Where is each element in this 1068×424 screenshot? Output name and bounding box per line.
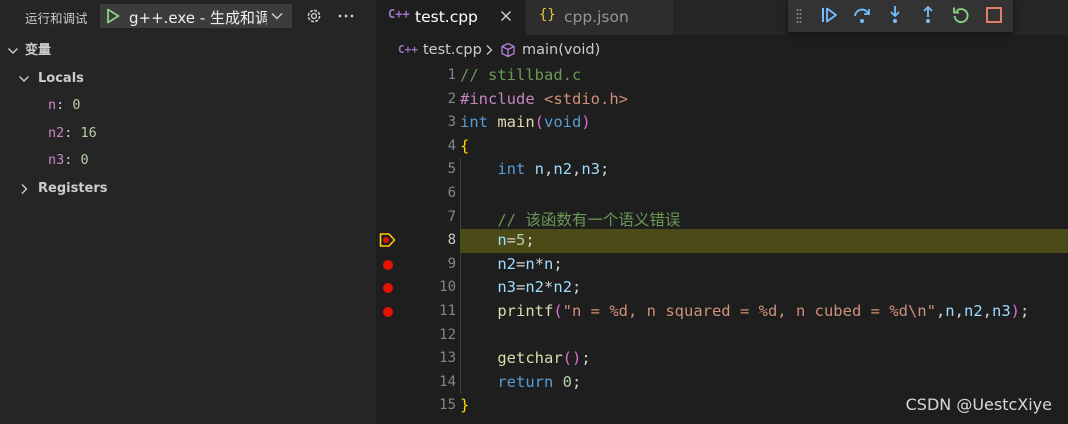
tab-cpp-json[interactable]: {} cpp.json — [526, 0, 673, 35]
code-line[interactable]: 5 int n,n2,n3; — [376, 158, 1068, 182]
code-line[interactable]: 4{ — [376, 135, 1068, 159]
code-text: #include <stdio.h> — [460, 89, 628, 108]
json-file-icon: {} — [539, 7, 556, 23]
code-line[interactable]: 10 n3=n2*n2; — [376, 276, 1068, 300]
code-text: n3=n2*n2; — [497, 278, 582, 297]
locals-scope[interactable]: Locals — [0, 65, 376, 93]
code-text: { — [460, 136, 470, 155]
line-number: 3 — [447, 114, 456, 131]
line-number: 8 — [447, 232, 456, 249]
current-line-highlight — [460, 229, 1068, 253]
variable-name: n3 — [48, 152, 65, 168]
indent-guide — [460, 182, 461, 206]
variable-item[interactable]: n: 0 — [48, 92, 81, 119]
chevron-right-icon[interactable] — [18, 183, 30, 195]
code-text: n=5; — [497, 231, 535, 250]
code-text: } — [460, 396, 470, 415]
code-line[interactable]: 6 — [376, 182, 1068, 206]
code-text: n2=n*n; — [497, 254, 563, 273]
chevron-right-icon — [486, 45, 493, 55]
breadcrumb-symbol[interactable]: main(void) — [522, 42, 600, 58]
code-line[interactable]: 8 n=5; — [376, 229, 1068, 253]
method-cube-icon — [501, 42, 515, 58]
line-number: 9 — [447, 255, 456, 272]
line-number: 5 — [447, 161, 456, 178]
breadcrumb: C++ test.cpp main(void) — [376, 38, 1068, 64]
code-line[interactable]: 11 printf("n = %d, n squared = %d, n cub… — [376, 300, 1068, 324]
restart-icon[interactable] — [950, 4, 972, 26]
line-number: 1 — [447, 67, 456, 83]
line-number: 4 — [447, 137, 456, 154]
indent-guide — [460, 323, 461, 348]
registers-label: Registers — [38, 181, 108, 196]
tab-label: cpp.json — [564, 8, 629, 26]
variable-name: n2 — [48, 125, 65, 141]
code-line[interactable]: 1// stillbad.c — [376, 64, 1068, 88]
code-line[interactable]: 2 #include <stdio.h> — [376, 88, 1068, 112]
code-text: printf("n = %d, n squared = %d, n cubed … — [497, 302, 1030, 320]
code-line[interactable]: 9 n2=n*n; — [376, 252, 1068, 277]
run-debug-header: 运行和调试 g++.exe - 生成和调试 — [0, 0, 376, 32]
variable-value: 16 — [80, 125, 97, 141]
breadcrumb-file[interactable]: test.cpp — [423, 42, 482, 58]
line-number: 14 — [439, 373, 456, 390]
debug-toolbar — [788, 0, 1013, 32]
code-line[interactable]: 13 getchar(); — [376, 347, 1068, 371]
launch-config-select[interactable]: g++.exe - 生成和调试 — [100, 4, 292, 28]
line-number: 7 — [447, 208, 456, 225]
step-over-icon[interactable] — [851, 4, 873, 26]
drag-handle-icon[interactable] — [796, 8, 802, 24]
chevron-down-icon[interactable] — [7, 45, 19, 57]
line-number: 11 — [439, 303, 456, 319]
variable-name: n — [48, 97, 57, 113]
variables-section-title: 变量 — [25, 43, 52, 58]
run-debug-sidebar: 运行和调试 g++.exe - 生成和调试 变量 Lo — [0, 0, 376, 424]
continue-icon[interactable] — [818, 4, 840, 26]
launch-config-label: g++.exe - 生成和调试 — [129, 9, 267, 27]
stop-icon[interactable] — [983, 4, 1005, 26]
variables-section-header[interactable]: 变量 — [0, 37, 376, 65]
step-into-icon[interactable] — [884, 4, 906, 26]
variable-value: 0 — [72, 97, 81, 113]
gear-icon[interactable] — [304, 6, 324, 26]
chevron-down-icon[interactable] — [270, 9, 284, 23]
code-line[interactable]: 14 return 0; — [376, 370, 1068, 395]
close-icon[interactable] — [498, 8, 514, 24]
code-text: return 0; — [497, 372, 582, 391]
code-text: getchar(); — [497, 349, 591, 368]
line-number: 2 — [447, 90, 456, 107]
cpp-file-icon: C++ — [388, 7, 410, 21]
code-line[interactable]: 7 // 该函数有一个语义错误 — [376, 205, 1068, 230]
variable-item[interactable]: n2: 16 — [48, 120, 97, 147]
chevron-down-icon[interactable] — [18, 73, 30, 85]
start-debugging-icon[interactable] — [106, 8, 120, 24]
locals-label: Locals — [38, 71, 84, 86]
code-text: // 该函数有一个语义错误 — [497, 210, 681, 229]
tab-label: test.cpp — [415, 8, 478, 26]
step-out-icon[interactable] — [917, 4, 939, 26]
tab-test-cpp[interactable]: C++ test.cpp — [376, 0, 525, 35]
code-line[interactable]: 3 int main(void) — [376, 111, 1068, 135]
watermark: CSDN @UestcXiye — [905, 395, 1052, 414]
registers-scope[interactable]: Registers — [0, 175, 376, 203]
code-text: int n,n2,n3; — [497, 160, 610, 179]
line-number: 13 — [439, 350, 456, 367]
cpp-file-icon: C++ — [398, 43, 418, 56]
line-number: 10 — [439, 279, 456, 296]
code-text: int main(void) — [460, 113, 591, 132]
variable-value: 0 — [80, 152, 89, 168]
run-debug-title: 运行和调试 — [25, 11, 88, 26]
code-text: // stillbad.c — [460, 66, 582, 84]
editor-area: C++ test.cpp {} cpp.json C++ test.cpp ma… — [376, 0, 1068, 424]
line-number: 12 — [439, 326, 456, 343]
code-line[interactable]: 12 — [376, 323, 1068, 348]
line-number: 6 — [447, 185, 456, 201]
line-number: 15 — [439, 397, 456, 414]
more-actions-icon[interactable] — [336, 6, 356, 26]
variable-item[interactable]: n3: 0 — [48, 147, 89, 174]
